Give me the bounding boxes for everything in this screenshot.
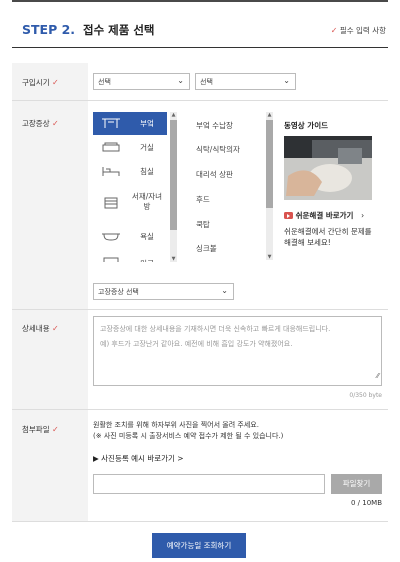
section-title: 접수 제품 선택 (83, 23, 155, 37)
subitem[interactable]: 후드 (196, 194, 210, 205)
bed-icon (102, 167, 120, 176)
detail-placeholder-line1: 고장증상에 대한 상세내용을 기재하시면 더욱 신속하고 빠르게 대응해드립니다… (100, 325, 331, 333)
category-label: 침실 (140, 167, 154, 176)
scroll-down-icon[interactable]: ▼ (266, 254, 273, 260)
subitem[interactable]: 쿡탑 (196, 219, 210, 230)
step-number: STEP 2. (22, 22, 76, 37)
required-check-icon: ✓ (52, 425, 59, 434)
category-item-more[interactable]: 미로 (93, 252, 167, 262)
scroll-thumb[interactable] (266, 120, 273, 208)
detail-placeholder-line2: 예) 후드가 고장난거 같아요. 예전에 비해 흡입 강도가 약해졌어요. (100, 340, 293, 348)
category-item-bedroom[interactable]: 침실 (93, 160, 167, 183)
purchase-label: 구입시기 ✓ (22, 78, 59, 87)
subitem[interactable]: 부엌 수납장 (196, 120, 233, 131)
required-note-text: 필수 입력 사항 (339, 26, 386, 35)
symptom-label: 고장증상 ✓ (22, 119, 59, 128)
chevron-down-icon: ⌄ (221, 286, 228, 295)
chevron-down-icon: ⌄ (283, 76, 290, 85)
chevron-down-icon: ⌄ (177, 76, 184, 85)
scroll-down-icon[interactable]: ▼ (170, 256, 177, 262)
video-guide-title: 동영상 가이드 (284, 121, 329, 130)
category-item-bath[interactable]: 욕실 (93, 225, 167, 248)
resize-handle-icon[interactable]: ⁄⁄ (377, 369, 379, 384)
detail-label-cell: 상세내용 ✓ (12, 310, 88, 409)
scroll-thumb[interactable] (170, 120, 177, 230)
youtube-icon (284, 212, 293, 219)
file-size-counter: 0 / 10MB (350, 499, 382, 507)
check-icon: ✓ (330, 26, 338, 35)
detail-label: 상세내용 ✓ (22, 324, 59, 333)
symptom-label-cell: 고장증상 ✓ (12, 101, 88, 309)
detail-textarea[interactable]: 고장증상에 대한 상세내용을 기재하시면 더욱 신속하고 빠르게 대응해드립니다… (93, 316, 382, 386)
category-item-study[interactable]: 서재/자녀방 (93, 189, 167, 217)
category-list-clip: 미로 (93, 252, 167, 262)
required-check-icon: ✓ (52, 119, 59, 128)
attach-label: 첨부파일 ✓ (22, 425, 59, 434)
required-note: ✓ 필수 입력 사항 (331, 25, 386, 36)
easy-fix-link[interactable]: 쉬운해결 바로가기 › (284, 210, 364, 221)
scroll-up-icon[interactable]: ▲ (170, 112, 177, 118)
chevron-right-icon: › (361, 211, 365, 220)
video-thumbnail[interactable] (284, 136, 372, 200)
symptom-select-value: 고장증상 선택 (98, 288, 139, 296)
subitem[interactable]: 대리석 상판 (196, 169, 233, 180)
file-browse-button[interactable]: 파일찾기 (331, 474, 382, 494)
purchase-year-value: 선택 (98, 78, 111, 86)
purchase-label-cell: 구입시기 ✓ (12, 63, 88, 100)
video-description: 쉬운해결에서 간단히 문제를 해결해 보세요! (284, 227, 372, 247)
photo-example-link[interactable]: ▶ 사진등록 예시 바로가기 > (93, 453, 184, 464)
purchase-year-select[interactable]: 선택 ⌄ (93, 73, 190, 90)
category-label: 거실 (140, 143, 154, 152)
symptom-row: 고장증상 ✓ (12, 101, 388, 310)
scroll-up-icon[interactable]: ▲ (266, 112, 273, 118)
purchase-month-value: 선택 (200, 78, 213, 86)
bookshelf-icon (104, 197, 118, 209)
easy-fix-link-text: 쉬운해결 바로가기 (295, 211, 354, 220)
subitem[interactable]: 식탁/식탁의자 (196, 144, 240, 155)
category-label: 욕실 (140, 232, 154, 241)
purchase-row: 구입시기 ✓ 선택 ⌄ 선택 ⌄ (12, 63, 388, 101)
bathtub-icon (102, 233, 120, 241)
category-scrollbar[interactable]: ▲ ▼ (170, 112, 177, 262)
attach-label-cell: 첨부파일 ✓ (12, 410, 88, 521)
required-check-icon: ✓ (52, 78, 59, 87)
category-label: 서재/자녀방 (131, 192, 163, 211)
category-label: 부엌 (140, 119, 154, 128)
category-item-living[interactable]: 거실 (93, 136, 167, 159)
attach-note-1: 원활한 조치를 위해 하자부위 사진을 찍어서 올려 주세요. (93, 421, 259, 429)
category-item-kitchen[interactable]: 부엌 (93, 112, 167, 135)
check-available-dates-button[interactable]: 예약가능일 조회하기 (152, 533, 246, 558)
attach-note-2: (※ 사진 미등록 시 출장서비스 예약 접수가 제한 될 수 있습니다.) (93, 432, 284, 440)
sofa-icon (102, 142, 120, 152)
detail-counter: 0/350 byte (349, 392, 382, 399)
subitem[interactable]: 싱크볼 (196, 243, 217, 254)
symptom-select[interactable]: 고장증상 선택 ⌄ (93, 283, 234, 300)
category-label: 미로 (129, 258, 165, 262)
subitem-scrollbar[interactable]: ▲ ▼ (266, 112, 273, 260)
kitchen-icon (102, 118, 120, 128)
cabinet-icon (103, 257, 119, 262)
section-header: STEP 2. 접수 제품 선택 ✓ 필수 입력 사항 (12, 0, 388, 48)
file-name-input[interactable] (93, 474, 325, 494)
video-thumbnail-image (284, 136, 372, 200)
required-check-icon: ✓ (52, 324, 59, 333)
purchase-month-select[interactable]: 선택 ⌄ (195, 73, 296, 90)
